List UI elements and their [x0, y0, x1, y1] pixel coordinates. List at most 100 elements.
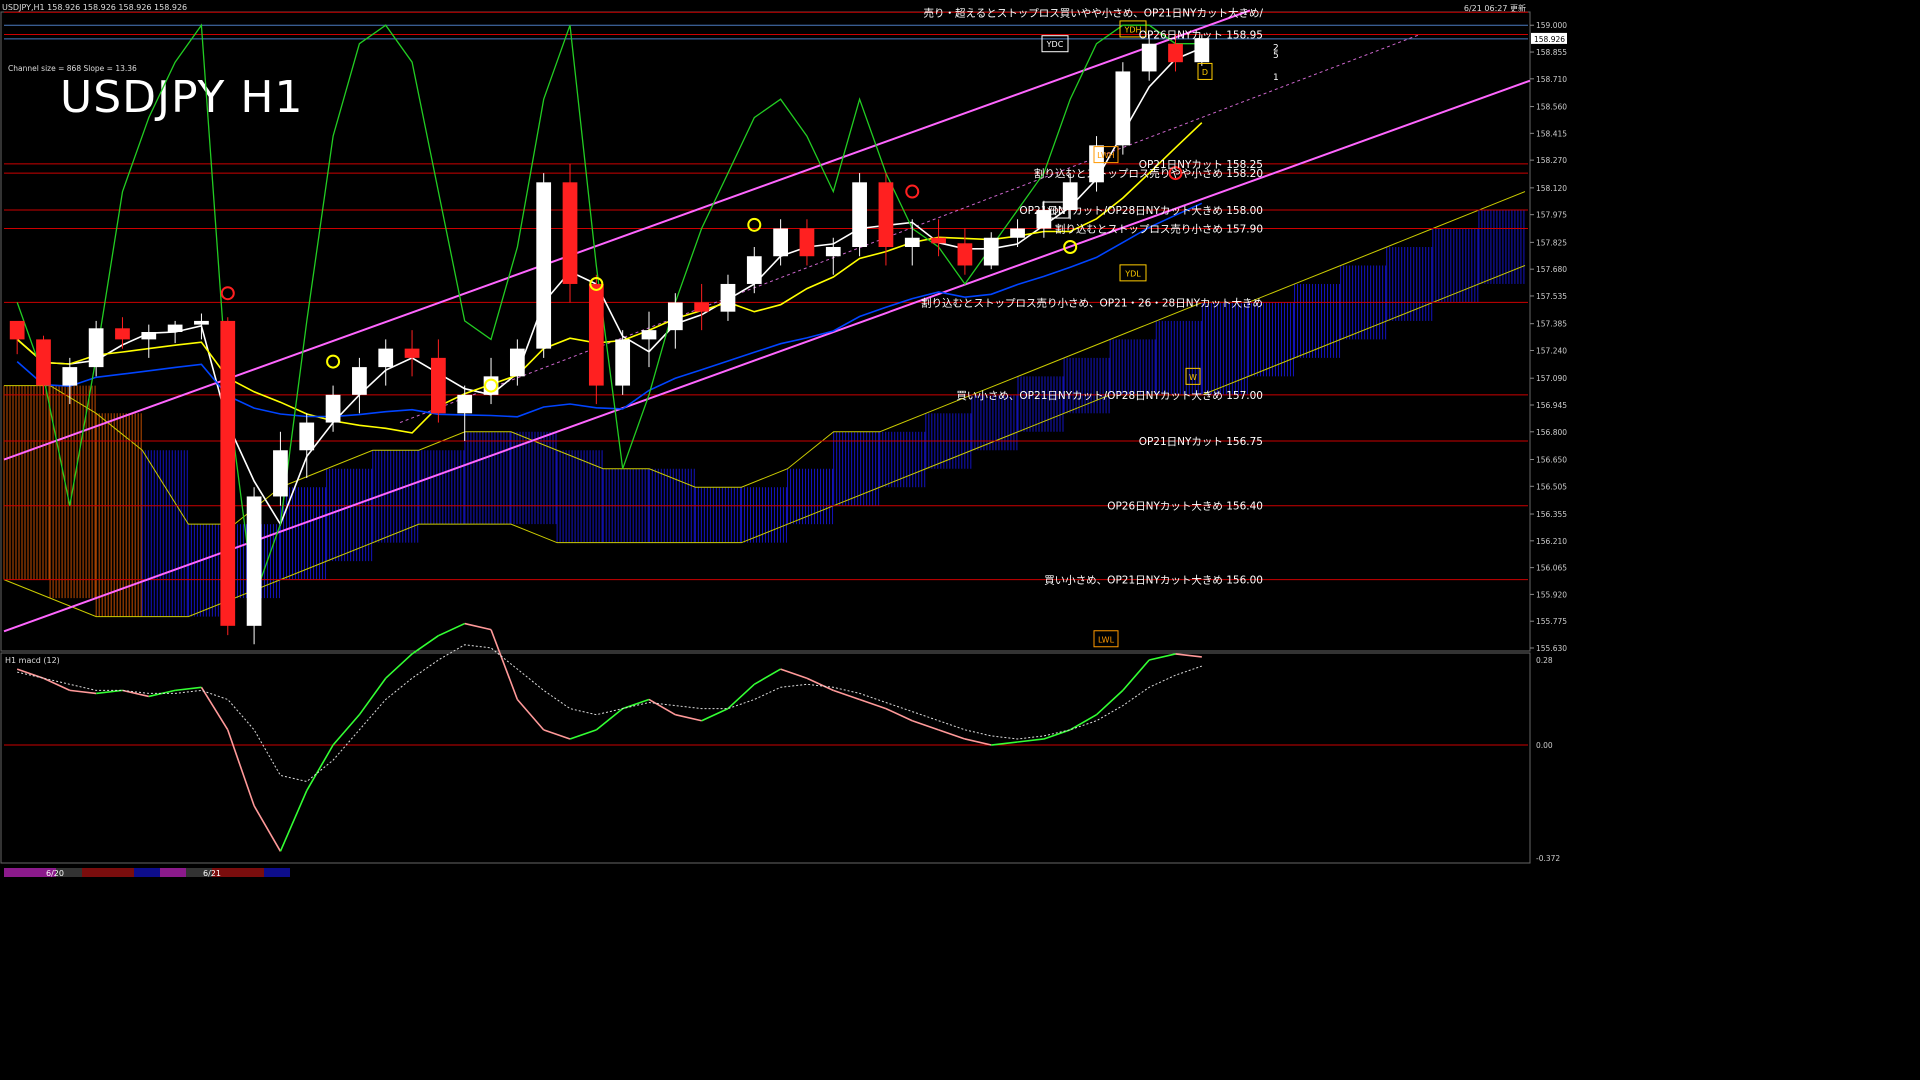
macd-segment [701, 707, 729, 722]
candle-body [983, 237, 999, 266]
candle [1115, 62, 1131, 155]
macd-segment [279, 790, 308, 852]
ydc-marker-label: YDC [1046, 40, 1064, 49]
annotation-label: OP21日NYカット 156.75 [1139, 436, 1263, 448]
macd-segment [200, 686, 229, 731]
macd-segment [1043, 729, 1071, 740]
price-tick-label: 157.535 [1536, 292, 1567, 301]
candle [378, 339, 394, 386]
candle [878, 173, 894, 266]
candle-body [457, 394, 473, 414]
candle [562, 163, 578, 303]
price-tick-label: 158.710 [1536, 75, 1567, 84]
candle [773, 219, 788, 266]
macd-segment [43, 677, 71, 692]
candle-body [141, 332, 157, 340]
price-chart-svg[interactable]: YDHYDCYDOYDLLWHLWLDW251 売り・超えるとストップロス買いや… [0, 0, 1568, 882]
time-segment [160, 868, 186, 877]
candle [931, 219, 946, 257]
lwl-marker-label: LWL [1098, 635, 1115, 644]
macd-segment [675, 713, 702, 722]
macd-segment [569, 729, 597, 740]
price-tick-label: 156.065 [1536, 564, 1567, 573]
annotation-label: OP21日NYカット/OP28日NYカット大きめ 158.00 [1019, 204, 1263, 217]
candle-body [9, 320, 25, 340]
fib-number-label: 5 [1273, 51, 1279, 61]
time-segment [264, 868, 290, 877]
current-price-label: 158.926 [1534, 35, 1565, 44]
candle-body [641, 330, 657, 340]
candle-body [88, 328, 104, 368]
candle [220, 317, 236, 636]
candle [825, 237, 841, 275]
macd-segment [438, 622, 466, 637]
candle [957, 228, 973, 275]
price-tick-label: 158.560 [1536, 103, 1567, 112]
price-tick-label: 158.855 [1536, 48, 1567, 57]
candle [667, 293, 683, 349]
macd-segment [859, 698, 887, 710]
macd-segment [911, 719, 939, 731]
macd-tick-label: 0.28 [1536, 656, 1553, 665]
candle-body [194, 320, 209, 325]
candle [694, 283, 710, 331]
macd-segment [780, 668, 808, 679]
candle-body [746, 256, 762, 284]
candle [325, 385, 341, 432]
candle [1010, 219, 1025, 247]
macd-segment [648, 698, 676, 716]
fractal-marker [905, 184, 920, 199]
candle [720, 274, 736, 321]
candle [9, 320, 25, 355]
macd-tick-label: -0.372 [1536, 854, 1560, 863]
time-bar: 6/20 6/21 [4, 868, 290, 878]
time-segment [4, 868, 30, 877]
candle-body [378, 348, 394, 368]
candle [983, 232, 999, 270]
candle [615, 330, 631, 395]
date-label: 6/21 [203, 869, 221, 878]
price-tick-label: 155.920 [1536, 590, 1567, 599]
annotation-label: 買い小さめ、OP21日NYカット大きめ 156.00 [1044, 574, 1263, 587]
candle [141, 324, 157, 358]
candle-body [431, 357, 446, 414]
candle [352, 357, 367, 414]
annotations: 売り・超えるとストップロス買いやや小さめ、OP21日NYカット大きめ/OP26日… [921, 6, 1263, 586]
lwh-marker-label: LWH [1097, 151, 1115, 160]
candle-body [509, 348, 525, 377]
price-tick-label: 156.650 [1536, 456, 1567, 465]
candle-body [115, 328, 130, 340]
price-tick-label: 156.800 [1536, 428, 1567, 437]
d-marker-label: D [1202, 68, 1208, 77]
candle-body [931, 237, 946, 244]
candle-body [273, 450, 288, 497]
candle-body [1194, 38, 1210, 63]
candle [167, 320, 183, 344]
candle [457, 385, 473, 442]
macd-segment [385, 653, 413, 679]
candle-body [220, 320, 236, 626]
annotation-label: OP26日NYカット大きめ 156.40 [1107, 500, 1263, 513]
candle-body [694, 302, 710, 312]
candle-body [36, 339, 51, 386]
macd-segment [727, 683, 755, 710]
candle [641, 311, 657, 368]
macd-segment [490, 629, 519, 700]
candle [536, 173, 552, 358]
annotation-label: 買い小さめ、OP21日NYカット/OP28日NYカット大きめ 157.00 [956, 389, 1263, 402]
macd-segment [938, 729, 966, 740]
price-tick-label: 157.385 [1536, 320, 1567, 329]
macd-segment [885, 707, 913, 722]
macd-segment [964, 738, 992, 746]
candles [9, 34, 1210, 645]
macd-segment [332, 714, 361, 746]
candle-body [352, 367, 367, 395]
price-tick-label: 158.270 [1536, 156, 1567, 165]
macd-segment [516, 698, 545, 731]
annotation-label: 割り込むとストップロス売り小さめ、OP21・26・28日NYカット大きめ [921, 296, 1263, 309]
price-axis: 159.000 158.855 158.710 158.560 158.415 158.2… [1530, 21, 1567, 653]
candle [509, 339, 525, 386]
candle-body [720, 283, 736, 312]
fractal-marker [326, 354, 341, 369]
candle [588, 274, 604, 405]
